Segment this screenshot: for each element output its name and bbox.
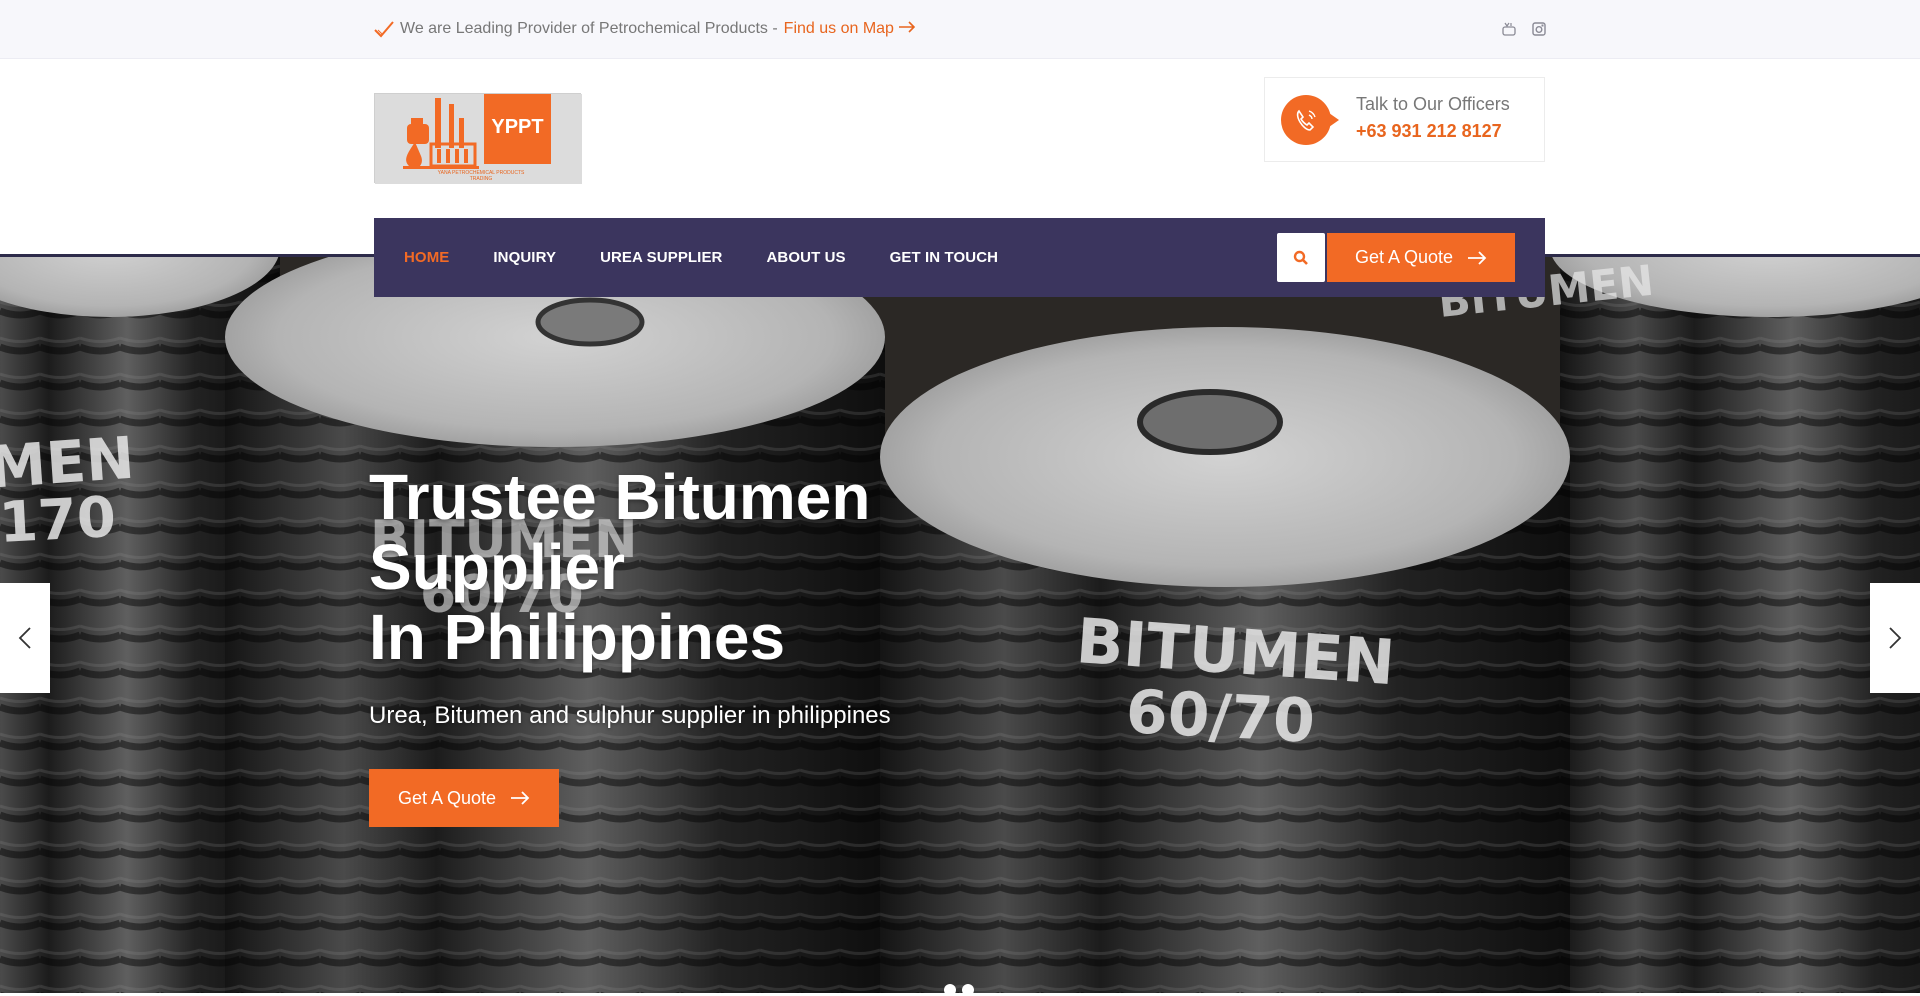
topbar-message: We are Leading Provider of Petrochemical… <box>374 20 916 38</box>
contact-box: Talk to Our Officers +63 931 212 8127 <box>1264 77 1545 162</box>
topbar-text: We are Leading Provider of Petrochemical… <box>400 20 778 37</box>
slider-prev-button[interactable] <box>0 583 50 693</box>
arrow-right-icon <box>1468 250 1487 265</box>
hero-subtitle: Urea, Bitumen and sulphur supplier in ph… <box>369 702 891 729</box>
slider-dot[interactable] <box>962 984 974 996</box>
topbar: We are Leading Provider of Petrochemical… <box>0 0 1920 59</box>
logo-subtext: YANA PETROCHEMICAL PRODUCTS TRADING <box>437 170 525 182</box>
hero-title-line: In Philippines <box>369 601 786 673</box>
map-link-label: Find us on Map <box>783 20 894 37</box>
chevron-right-icon <box>1889 627 1902 649</box>
hero-button-label: Get A Quote <box>397 787 497 808</box>
phone-icon-wrapper <box>1281 95 1339 145</box>
nav-item-urea-supplier[interactable]: UREA SUPPLIER <box>600 249 722 266</box>
barrel-label: 60/70 <box>1124 677 1316 757</box>
find-us-on-map-link[interactable]: Find us on Map <box>784 20 917 38</box>
slider-dots <box>944 984 974 996</box>
contact-phone-link[interactable]: +63 931 212 8127 <box>1356 121 1510 142</box>
arrow-right-icon <box>511 791 530 805</box>
hero-content: Trustee Bitumen Supplier In Philippines … <box>369 462 929 730</box>
arrow-right-icon <box>899 21 916 33</box>
instagram-icon[interactable] <box>1532 22 1546 36</box>
get-a-quote-button[interactable]: Get A Quote <box>1327 233 1515 282</box>
hero-title: Trustee Bitumen Supplier In Philippines <box>369 462 929 672</box>
chevron-left-icon <box>18 627 31 649</box>
phone-icon <box>1296 109 1316 131</box>
site-logo[interactable]: YPPT YANA PETROCHEMICAL PRODUCTS TRADING <box>374 93 582 184</box>
logo-text: YPPT <box>491 116 544 138</box>
check-icon <box>374 21 394 38</box>
nav-item-about-us[interactable]: ABOUT US <box>767 249 846 266</box>
contact-label: Talk to Our Officers <box>1356 94 1510 114</box>
hero-get-a-quote-button[interactable]: Get A Quote <box>369 769 559 827</box>
slider-dot[interactable] <box>944 984 956 996</box>
hero-title-line: Trustee Bitumen <box>369 461 871 533</box>
search-button[interactable] <box>1277 233 1325 282</box>
barrel-label: 170 <box>0 485 117 556</box>
nav-item-inquiry[interactable]: INQUIRY <box>493 249 556 266</box>
search-icon <box>1293 250 1308 265</box>
youtube-icon[interactable] <box>1502 22 1516 36</box>
nav-item-get-in-touch[interactable]: GET IN TOUCH <box>890 249 998 266</box>
slider-next-button[interactable] <box>1870 583 1920 693</box>
hero-background-image: MEN 170 BITUMEN 60/70 BITUMEN 60/70 BITU… <box>0 257 1920 993</box>
nav-item-home[interactable]: HOME <box>404 249 449 266</box>
hero-slider: MEN 170 BITUMEN 60/70 BITUMEN 60/70 BITU… <box>0 257 1920 993</box>
quote-button-label: Get A Quote <box>1354 247 1454 267</box>
social-links <box>1502 22 1546 36</box>
main-navigation: HOME INQUIRY UREA SUPPLIER ABOUT US GET … <box>374 218 1545 297</box>
hero-title-line: Supplier <box>369 531 626 603</box>
